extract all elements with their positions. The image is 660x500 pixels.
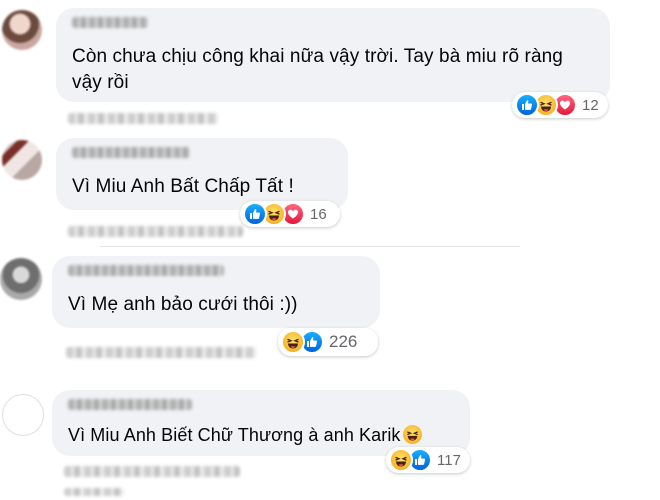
comment-bubble: Vì Miu Anh Bất Chấp Tất ! bbox=[56, 138, 348, 210]
comment-actions[interactable] bbox=[68, 113, 218, 124]
laughing-emoji-icon bbox=[402, 425, 422, 444]
comment-text: Vì Miu Anh Bất Chấp Tất ! bbox=[72, 176, 294, 197]
commenter-name[interactable] bbox=[72, 17, 148, 28]
comment-actions[interactable] bbox=[64, 488, 124, 496]
reaction-summary[interactable]: 117 bbox=[386, 447, 470, 473]
comment-text: Vì Mẹ anh bảo cưới thôi :)) bbox=[68, 294, 298, 315]
avatar[interactable] bbox=[0, 258, 42, 300]
reaction-summary[interactable]: 226 bbox=[278, 328, 378, 356]
reaction-count: 12 bbox=[582, 96, 599, 114]
reaction-summary[interactable]: 12 bbox=[512, 92, 608, 118]
commenter-name[interactable] bbox=[68, 265, 224, 276]
reaction-summary[interactable]: 16 bbox=[240, 201, 340, 227]
comment-actions[interactable] bbox=[68, 226, 243, 237]
comment-bubble: Còn chưa chịu công khai nữa vậy trời. Ta… bbox=[56, 8, 610, 102]
comment-bubble: Vì Mẹ anh bảo cưới thôi :)) bbox=[52, 256, 380, 328]
divider bbox=[100, 246, 520, 247]
comment-text-content: Vì Miu Anh Biết Chữ Thương à anh Karik bbox=[68, 425, 401, 445]
avatar[interactable] bbox=[2, 140, 42, 180]
like-icon bbox=[243, 202, 267, 226]
reaction-count: 117 bbox=[437, 451, 461, 469]
reaction-count: 16 bbox=[310, 205, 327, 223]
haha-icon bbox=[281, 330, 305, 354]
avatar[interactable] bbox=[2, 10, 42, 50]
comment-text: Vì Miu Anh Biết Chữ Thương à anh Karik bbox=[68, 422, 422, 448]
commenter-name[interactable] bbox=[72, 147, 190, 158]
comment-text-line: Còn chưa chịu công khai nữa vậy trời. Ta… bbox=[72, 46, 563, 67]
like-icon bbox=[515, 93, 539, 117]
comment-text: Còn chưa chịu công khai nữa vậy trời. Ta… bbox=[72, 44, 602, 96]
comment-actions[interactable] bbox=[66, 347, 256, 358]
haha-icon bbox=[389, 448, 413, 472]
comment-text-line: vậy rồi bbox=[72, 72, 129, 93]
avatar[interactable] bbox=[2, 394, 44, 436]
comment-actions[interactable] bbox=[64, 466, 240, 477]
reaction-count: 226 bbox=[329, 332, 358, 351]
commenter-name[interactable] bbox=[68, 399, 192, 410]
